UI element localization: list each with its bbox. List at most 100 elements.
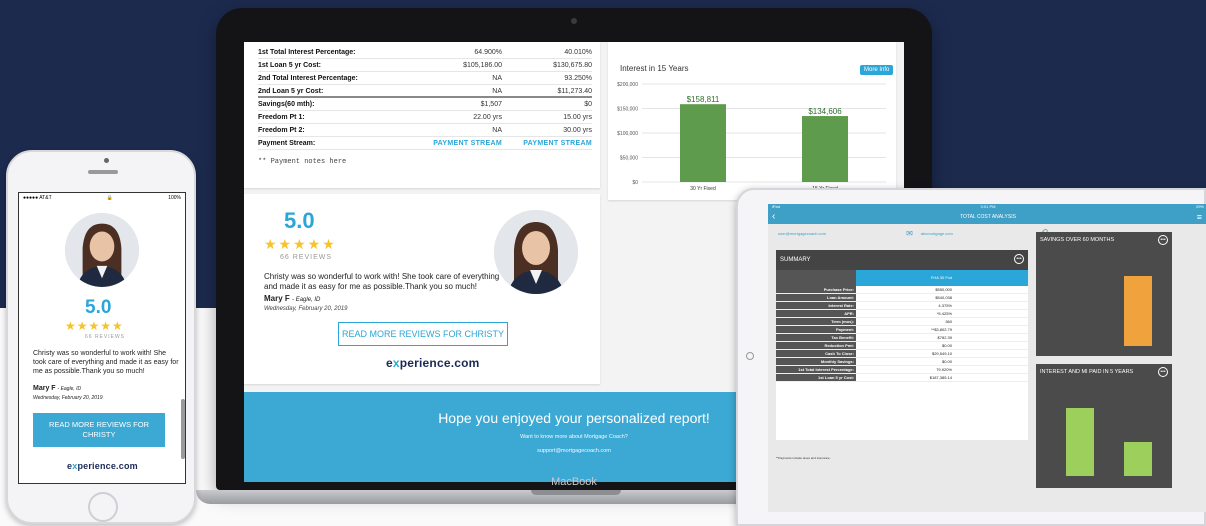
laptop-camera (571, 18, 577, 24)
email-link[interactable]: user@mortgagecoach.com (778, 231, 826, 236)
stats-row: Freedom Pt 1: 22.00 yrs 15.00 yrs (258, 111, 592, 124)
phone-status-bar: ●●●●● AT&T 🔒 100% (19, 193, 185, 203)
summary-value: **$3,802.79 (931, 327, 952, 332)
summary-row: APR: *5.425% (776, 310, 1028, 318)
experience-logo-mobile[interactable]: experience.com (67, 461, 138, 471)
stats-value: 40.010% (564, 49, 592, 56)
bar (802, 116, 848, 182)
scrollbar[interactable] (181, 399, 185, 459)
stats-row: 2nd Total Interest Percentage: NA 93.250% (258, 72, 592, 85)
summary-value: $540,038 (935, 295, 952, 300)
interest-mi-bar-2 (1124, 442, 1152, 476)
stats-row: Savings(60 mth): $1,507 $0 (258, 98, 592, 111)
y-tick-label: $150,000 (617, 107, 638, 113)
back-arrow-icon[interactable]: ‹ (772, 210, 775, 224)
summary-row: Interest Rate: 4.375% (776, 302, 1028, 310)
read-more-reviews-button[interactable]: READ MORE REVIEWS FOR CHRISTY (338, 322, 508, 346)
y-tick-label: $200,000 (617, 82, 638, 88)
interest-mi-chart-header: INTEREST AND MI PAID IN 5 YEARS ••• (1036, 364, 1172, 380)
stats-value: 30.00 yrs (563, 127, 592, 134)
reviewer-name: Mary F - Eagle, ID (264, 294, 321, 303)
home-button[interactable] (88, 492, 118, 522)
summary-row: Reduction Pmt: $0.00 (776, 342, 1028, 350)
more-options-icon[interactable]: ••• (1014, 254, 1024, 264)
stats-label: Freedom Pt 2: (258, 127, 305, 134)
stats-value: NA (492, 75, 502, 82)
stats-label: 1st Total Interest Percentage: (258, 49, 356, 56)
summary-header: SUMMARY ••• (776, 250, 1028, 270)
more-options-icon[interactable]: ••• (1158, 367, 1168, 377)
summary-value: *5.425% (936, 311, 952, 316)
tablet-home-button[interactable] (746, 352, 754, 360)
review-text-mobile: Christy was so wonderful to work with! S… (33, 350, 179, 375)
payments-footnote: **Payments include taxes and insurance. (776, 456, 831, 460)
summary-value: $0.00 (941, 359, 952, 364)
stats-row: 1st Total Interest Percentage: 64.900% 40.… (258, 46, 592, 59)
summary-row: 1st Total Interest Percentage: 79.920% (776, 366, 1028, 374)
summary-value: $187,385.14 (929, 375, 952, 380)
mail-icon[interactable]: ✉ (906, 229, 913, 238)
more-options-icon[interactable]: ••• (1158, 235, 1168, 245)
review-date-mobile: Wednesday, February 20, 2019 (33, 395, 103, 401)
summary-label: Purchase Price: (776, 286, 856, 293)
summary-row: Tax Benefit: $782.39 (776, 334, 1028, 342)
stats-label: Payment Stream: (258, 140, 316, 147)
interest-mi-bar-1 (1066, 408, 1094, 476)
summary-row: Monthly Savings: $0.00 (776, 358, 1028, 366)
summary-label: APR: (776, 310, 856, 317)
menu-icon[interactable]: ≡ (1197, 210, 1202, 224)
x-category-label: 30 Yr Fixed (690, 186, 716, 192)
tablet-nav-bar: ‹ TOTAL COST ANALYSIS ≡ (768, 210, 1206, 224)
carrier-label: ●●●●● AT&T (23, 195, 52, 201)
review-score-mobile: 5.0 (85, 297, 112, 318)
more-info-button[interactable]: More Info (860, 65, 894, 75)
y-tick-label: $100,000 (617, 131, 638, 137)
stats-value: 93.250% (564, 75, 592, 82)
agent-avatar-mobile (65, 213, 139, 287)
loan-stats-card: 1st Total Interest Percentage: 64.900% 40.… (244, 42, 600, 188)
stats-label: Freedom Pt 1: (258, 114, 305, 121)
payment-stream-link[interactable]: PAYMENT STREAM (502, 137, 592, 149)
stats-row: Payment Stream: PAYMENT STREAM PAYMENT STR… (258, 137, 592, 150)
stats-label: 1st Loan 5 yr Cost: (258, 62, 322, 69)
summary-label: Monthly Savings: (776, 358, 856, 365)
battery-label: 100% (168, 195, 181, 201)
interest-chart-card: Interest in 15 Years More Info $0 $50,000… (608, 42, 896, 200)
interest-mi-chart-card: INTEREST AND MI PAID IN 5 YEARS ••• (1036, 364, 1172, 488)
website-link[interactable]: abcmortgage.com (921, 231, 953, 236)
stats-label: 2nd Loan 5 yr Cost: (258, 88, 324, 95)
summary-label: Payment: (776, 326, 856, 333)
summary-label: Tax Benefit: (776, 334, 856, 341)
y-tick-label: $50,000 (620, 156, 638, 162)
summary-column-header: FHA 30 Fxd (776, 270, 1028, 286)
stats-row: 1st Loan 5 yr Cost: $105,186.00 $130,675.8… (258, 59, 592, 72)
stats-value: $105,186.00 (463, 62, 502, 69)
summary-row: Loan Amount: $540,038 (776, 294, 1028, 302)
stats-label: 2nd Total Interest Percentage: (258, 75, 358, 82)
payment-notes: ** Payment notes here (258, 158, 347, 166)
phone-screen: ●●●●● AT&T 🔒 100% 5.0 ★★★★★ 66 REVIEWS C… (18, 192, 186, 484)
read-more-reviews-button-mobile[interactable]: READ MORE REVIEWS FOR CHRISTY (33, 413, 165, 447)
tablet-title: TOTAL COST ANALYSIS (960, 214, 1016, 220)
payment-stream-link[interactable]: PAYMENT STREAM (408, 137, 502, 149)
experience-logo[interactable]: experience.com (386, 356, 480, 370)
summary-row: Purchase Price: $550,000 (776, 286, 1028, 294)
review-text: Christy was so wonderful to work with! S… (264, 272, 500, 291)
tablet-screen: iPad 3:01 PM 29% ‹ TOTAL COST ANALYSIS ≡… (768, 204, 1206, 512)
stats-row: Freedom Pt 2: NA 30.00 yrs (258, 124, 592, 137)
summary-row: Payment: **$3,802.79 (776, 326, 1028, 334)
summary-label: Interest Rate: (776, 302, 856, 309)
chart-title: Interest in 15 Years (620, 64, 689, 73)
review-count: 66 REVIEWS (280, 254, 333, 261)
summary-value: 79.920% (936, 367, 952, 372)
summary-value: 360 (945, 319, 952, 324)
stats-value: NA (492, 88, 502, 95)
reviewer-name-mobile: Mary F - Eagle, ID (33, 385, 82, 392)
interest-mi-chart-title: INTEREST AND MI PAID IN 5 YEARS (1040, 369, 1134, 375)
phone-camera (104, 158, 109, 163)
bar-value-label: $134,606 (808, 107, 842, 116)
loan-column-label: FHA 30 Fxd (856, 270, 954, 286)
summary-label: 1st Total Interest Percentage: (776, 366, 856, 373)
stats-value: $130,675.80 (553, 62, 592, 69)
star-rating: ★★★★★ (264, 236, 337, 252)
